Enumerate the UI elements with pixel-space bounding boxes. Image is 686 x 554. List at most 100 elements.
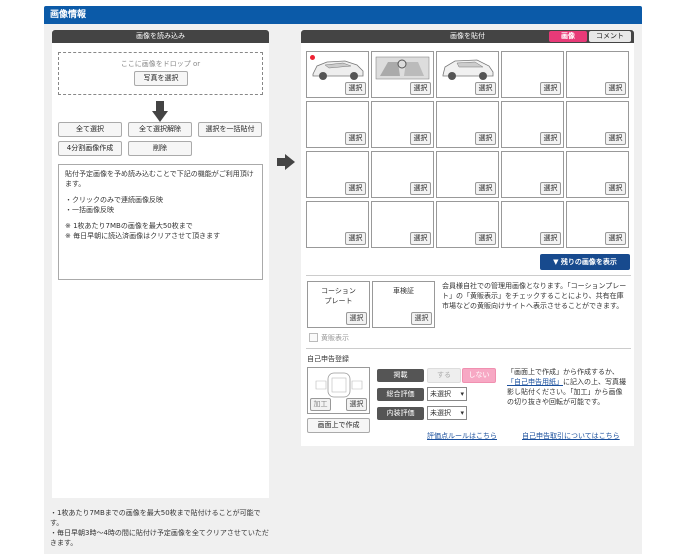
yellow-display-checkbox[interactable]: [309, 333, 318, 342]
image-slot[interactable]: 選択: [306, 201, 369, 248]
interior-rating-label: 内装評価: [377, 407, 424, 420]
select-button[interactable]: 選択: [345, 232, 366, 245]
select-button[interactable]: 選択: [410, 232, 431, 245]
select-button[interactable]: 選択: [411, 312, 432, 325]
car-interior-image: [375, 56, 430, 80]
car-rear-image: [442, 59, 494, 80]
management-image-description: 会員様自社での管理用画像となります。「コーションプレート」の「黄販表示」をチェッ…: [442, 282, 627, 310]
image-slot[interactable]: 選択: [436, 51, 499, 98]
select-button[interactable]: 選択: [345, 82, 366, 95]
image-slot[interactable]: 選択: [306, 51, 369, 98]
select-button[interactable]: 選択: [346, 312, 367, 325]
image-slot[interactable]: 選択: [371, 151, 434, 198]
image-paste-title: 画像を貼付 画像 コメント: [301, 30, 634, 43]
info-item: ・クリックのみで連続画像反映: [65, 196, 163, 204]
tab-image[interactable]: 画像: [549, 31, 587, 42]
overall-rating-select[interactable]: 未選択: [427, 387, 467, 401]
select-button[interactable]: 選択: [410, 182, 431, 195]
image-slot[interactable]: 選択: [566, 101, 629, 148]
image-slot[interactable]: 選択: [501, 151, 564, 198]
select-button[interactable]: 選択: [475, 82, 496, 95]
image-slot[interactable]: 選択: [566, 201, 629, 248]
select-button[interactable]: 選択: [410, 82, 431, 95]
select-button[interactable]: 選択: [475, 232, 496, 245]
self-report-title: 自己申告登録: [307, 355, 349, 363]
arrow-down-icon: [152, 101, 168, 122]
image-slot[interactable]: 選択: [371, 201, 434, 248]
interior-rating-select[interactable]: 未選択: [427, 406, 467, 420]
bottom-notes: ・1枚あたり7MBまでの画像を最大50枚まで貼付けることが可能です。 ・毎日早朝…: [50, 508, 270, 548]
image-load-panel: 画像を読み込み ここに画像をドロップ or 写真を選択 全て選択 全て選択解除 …: [52, 30, 269, 498]
caution-plate-label: コーションプレート: [321, 287, 356, 305]
show-remaining-images-button[interactable]: ▼ 残りの画像を表示: [540, 254, 630, 270]
bottom-note: ・毎日早朝3時～4時の間に貼付け予定画像を全てクリアさせていただきます。: [50, 529, 269, 547]
split-4-button[interactable]: 4分割画像作成: [58, 141, 122, 156]
image-load-title: 画像を読み込み: [52, 30, 269, 43]
caution-plate-slot[interactable]: コーションプレート 選択: [307, 281, 370, 328]
tab-comment[interactable]: コメント: [589, 31, 631, 42]
preload-info-box: 貼付予定画像を予め読み込むことで下記の機能がご利用頂けます。 ・クリックのみで連…: [58, 164, 263, 280]
info-line: 貼付予定画像を予め読み込むことで下記の機能がご利用頂けます。: [65, 170, 254, 188]
select-button[interactable]: 選択: [540, 232, 561, 245]
listing-no-button[interactable]: しない: [462, 368, 496, 383]
car-front-image: [312, 60, 364, 80]
listing-yes-button[interactable]: する: [427, 368, 461, 383]
image-paste-title-text: 画像を貼付: [450, 32, 485, 40]
image-paste-panel: 画像を貼付 画像 コメント 選択 選択 選択 選択 選択 選択 選択 選択 選択…: [301, 30, 634, 446]
select-button[interactable]: 選択: [345, 182, 366, 195]
self-report-form-link[interactable]: 「自己申告用紙」: [507, 378, 563, 386]
edit-button[interactable]: 加工: [310, 398, 331, 411]
image-slot[interactable]: 選択: [306, 151, 369, 198]
car-diagram-icon: [315, 372, 363, 398]
image-slot[interactable]: 選択: [566, 51, 629, 98]
select-button[interactable]: 選択: [605, 232, 626, 245]
create-on-screen-button[interactable]: 画面上で作成: [307, 418, 370, 433]
bulk-paste-button[interactable]: 選択を一括貼付: [198, 122, 262, 137]
select-button[interactable]: 選択: [475, 182, 496, 195]
select-button[interactable]: 選択: [540, 132, 561, 145]
image-slot[interactable]: 選択: [501, 201, 564, 248]
self-report-desc-a: 「画面上で作成」から作成するか、: [507, 368, 619, 376]
inspection-cert-label: 車検証: [393, 287, 414, 295]
self-report-description: 「画面上で作成」から作成するか、「自己申告用紙」に記入の上、写真撮影し貼付くださ…: [507, 367, 629, 407]
select-button[interactable]: 選択: [540, 82, 561, 95]
image-dropzone[interactable]: ここに画像をドロップ or 写真を選択: [58, 52, 263, 95]
image-slot[interactable]: 選択: [436, 101, 499, 148]
image-slot[interactable]: 選択: [371, 101, 434, 148]
arrow-right-icon: [277, 154, 295, 170]
overall-rating-label: 総合評価: [377, 388, 424, 401]
select-photo-button[interactable]: 写真を選択: [134, 71, 188, 86]
select-button[interactable]: 選択: [540, 182, 561, 195]
inspection-cert-slot[interactable]: 車検証 選択: [372, 281, 435, 328]
drop-hint: ここに画像をドロップ or: [120, 60, 201, 68]
select-button[interactable]: 選択: [605, 182, 626, 195]
select-button[interactable]: 選択: [346, 398, 367, 411]
select-button[interactable]: 選択: [605, 132, 626, 145]
divider: [306, 348, 631, 349]
image-slot[interactable]: 選択: [371, 51, 434, 98]
delete-button[interactable]: 削除: [128, 141, 192, 156]
image-slot[interactable]: 選択: [501, 101, 564, 148]
deselect-all-button[interactable]: 全て選択解除: [128, 122, 192, 137]
divider: [306, 275, 631, 276]
select-button[interactable]: 選択: [475, 132, 496, 145]
section-title: 画像情報: [44, 6, 642, 24]
image-slot[interactable]: 選択: [436, 151, 499, 198]
yellow-display-label: 黄販表示: [321, 334, 349, 342]
info-note: ※ 毎日早朝に読込済画像はクリアさせて頂きます: [65, 232, 221, 240]
image-slot[interactable]: 選択: [306, 101, 369, 148]
select-button[interactable]: 選択: [345, 132, 366, 145]
select-all-button[interactable]: 全て選択: [58, 122, 122, 137]
self-report-trade-link[interactable]: 自己申告取引についてはこちら: [522, 431, 620, 441]
self-report-slot[interactable]: 加工 選択: [307, 367, 370, 414]
select-button[interactable]: 選択: [605, 82, 626, 95]
image-slot[interactable]: 選択: [566, 151, 629, 198]
select-button[interactable]: 選択: [410, 132, 431, 145]
image-slot[interactable]: 選択: [436, 201, 499, 248]
bottom-note: ・1枚あたり7MBまでの画像を最大50枚まで貼付けることが可能です。: [50, 509, 261, 527]
info-note: ※ 1枚あたり7MBの画像を最大50枚まで: [65, 222, 193, 230]
listing-label: 掲載: [377, 369, 424, 382]
rating-rules-link[interactable]: 評価点ルールはこちら: [427, 431, 497, 441]
image-slot[interactable]: 選択: [501, 51, 564, 98]
info-item: ・一括画像反映: [65, 206, 114, 214]
